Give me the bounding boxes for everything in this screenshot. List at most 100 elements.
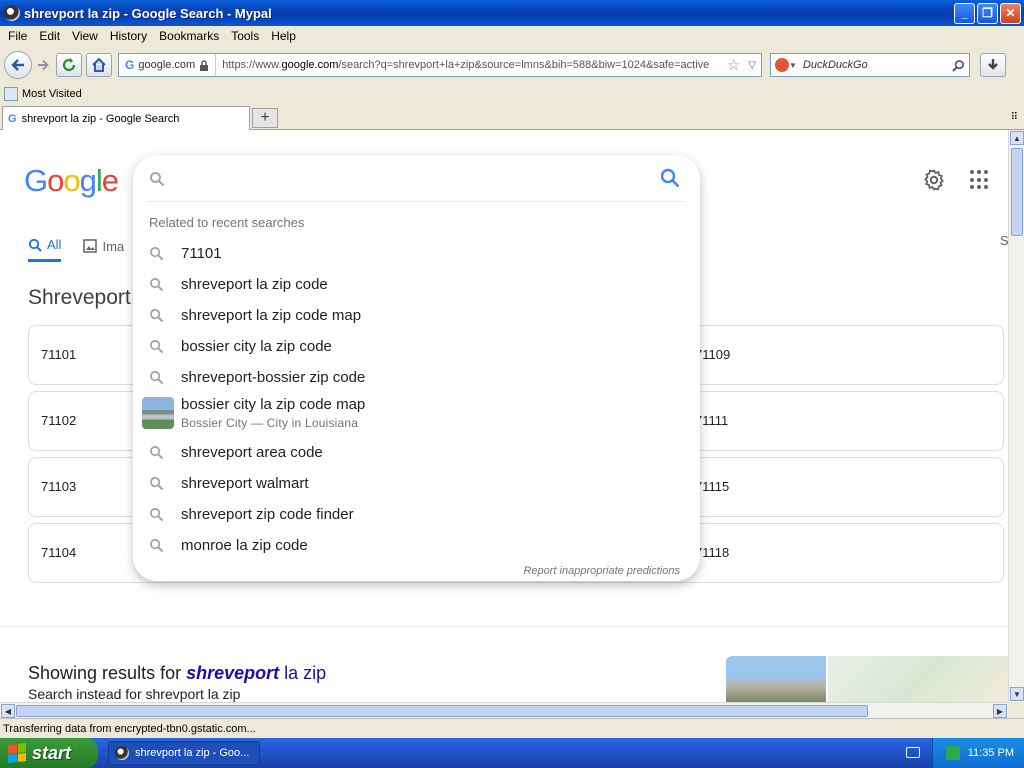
zip-code-right[interactable]: 71118 <box>695 545 729 560</box>
url-dropdown-icon[interactable]: ▽ <box>743 60 761 71</box>
taskbar-item-label: shrevport la zip - Goo... <box>135 747 250 759</box>
web-search-input[interactable]: DuckDuckGo <box>803 59 952 71</box>
download-arrow-icon <box>988 59 998 70</box>
tab-tools-partial[interactable]: S <box>1000 233 1008 248</box>
suggestion-item[interactable]: 71101 <box>133 238 700 269</box>
new-tab-button[interactable]: + <box>252 108 278 128</box>
search-icon <box>150 278 164 292</box>
zip-code-left[interactable]: 71102 <box>41 413 76 428</box>
duckduckgo-icon[interactable] <box>775 58 789 72</box>
back-button[interactable] <box>4 51 32 79</box>
zip-code-left[interactable]: 71101 <box>41 347 76 362</box>
menu-bookmarks[interactable]: Bookmarks <box>153 29 225 43</box>
google-logo[interactable]: Google <box>24 163 119 199</box>
bookmark-star-icon[interactable]: ☆ <box>724 56 743 74</box>
horizontal-scrollbar[interactable]: ◀ ▶ <box>0 702 1008 718</box>
logo-letter: o <box>63 163 80 198</box>
menu-view[interactable]: View <box>66 29 104 43</box>
forward-button[interactable] <box>34 58 52 72</box>
menu-edit[interactable]: Edit <box>33 29 66 43</box>
corrected-query-link[interactable]: shreveport <box>186 663 279 683</box>
reload-button[interactable] <box>56 53 82 77</box>
menu-tools[interactable]: Tools <box>225 29 265 43</box>
downloads-button[interactable] <box>980 53 1006 77</box>
search-submit-icon[interactable] <box>659 167 681 189</box>
search-icon[interactable] <box>952 59 965 72</box>
suggestion-item[interactable]: bossier city la zip code <box>133 331 700 362</box>
suggestion-item[interactable]: shreveport-bossier zip code <box>133 362 700 393</box>
report-predictions-link[interactable]: Report inappropriate predictions <box>523 565 680 577</box>
tab-google-search[interactable]: G shrevport la zip - Google Search <box>2 106 250 130</box>
suggestion-text: shreveport la zip code <box>181 276 328 293</box>
navigation-toolbar: G google.com https://www.google.com/sear… <box>0 46 1024 84</box>
url-prefix: https://www. <box>222 59 282 71</box>
most-visited-icon <box>4 87 18 101</box>
web-search-box[interactable]: ▼ DuckDuckGo <box>770 53 970 77</box>
vertical-scroll-thumb[interactable] <box>1011 148 1023 236</box>
suggestion-item[interactable]: shreveport area code <box>133 437 700 468</box>
shreveport-skyline-image[interactable] <box>726 656 826 702</box>
horizontal-scroll-thumb[interactable] <box>16 705 868 717</box>
menu-file[interactable]: File <box>2 29 33 43</box>
url-text[interactable]: https://www.google.com/search?q=shrevpor… <box>216 59 724 71</box>
search-engine-dropdown-icon[interactable]: ▼ <box>789 61 797 70</box>
dropdown-separator <box>147 201 686 202</box>
menu-history[interactable]: History <box>104 29 153 43</box>
search-suggestions-dropdown: Related to recent searches 71101 shrevep… <box>133 155 700 581</box>
site-identity[interactable]: G google.com <box>119 54 217 76</box>
suggestion-text: bossier city la zip code <box>181 338 332 355</box>
keyboard-icon[interactable] <box>906 747 920 758</box>
suggestion-text: monroe la zip code <box>181 537 308 554</box>
scroll-right-arrow-icon[interactable]: ▶ <box>993 704 1007 718</box>
start-button[interactable]: start <box>0 738 98 768</box>
search-icon <box>150 340 164 354</box>
google-apps-icon[interactable] <box>970 170 990 190</box>
scroll-up-arrow-icon[interactable]: ▲ <box>1010 131 1024 145</box>
suggestion-item[interactable]: monroe la zip code <box>133 530 700 561</box>
logo-letter: e <box>101 163 119 198</box>
windows-flag-icon <box>8 743 26 763</box>
forward-arrow-icon <box>37 59 49 71</box>
suggestion-item[interactable]: shreveport walmart <box>133 468 700 499</box>
suggestion-text: bossier city la zip code map <box>181 396 366 413</box>
scroll-left-arrow-icon[interactable]: ◀ <box>1 704 15 718</box>
home-button[interactable] <box>86 53 112 77</box>
tab-all[interactable]: All <box>28 230 62 262</box>
zip-code-left[interactable]: 71104 <box>41 545 76 560</box>
suggestion-item[interactable]: shreveport la zip code <box>133 269 700 300</box>
search-instead-link[interactable]: Search instead for shrevport la zip <box>28 686 240 702</box>
suggestion-item-with-image[interactable]: bossier city la zip code map Bossier Cit… <box>133 396 700 431</box>
most-visited-link[interactable]: Most Visited <box>22 88 82 100</box>
taskbar-item-mypal[interactable]: shrevport la zip - Goo... <box>108 741 260 765</box>
suggestion-item[interactable]: shreveport zip code finder <box>133 499 700 530</box>
suggestion-item[interactable]: shreveport la zip code map <box>133 300 700 331</box>
settings-gear-icon[interactable] <box>922 168 946 192</box>
tab-list-icon[interactable]: ⠿ <box>1011 112 1018 123</box>
page-content: Google All Ima S Shreveport 71101 71109 … <box>0 130 1008 702</box>
window-title: shrevport la zip - Google Search - Mypal <box>24 5 272 21</box>
window-titlebar[interactable]: shrevport la zip - Google Search - Mypal… <box>0 0 1024 26</box>
search-icon <box>150 172 165 187</box>
vertical-scrollbar[interactable]: ▲ ▼ <box>1008 130 1024 702</box>
tab-images[interactable]: Ima <box>83 230 124 262</box>
lock-icon <box>200 59 209 71</box>
zip-code-right[interactable]: 71109 <box>695 347 730 362</box>
status-text: Transferring data from encrypted-tbn0.gs… <box>3 722 256 735</box>
clock[interactable]: 11:35 PM <box>968 747 1014 759</box>
corrected-query-suffix[interactable]: la zip <box>279 663 326 683</box>
shreveport-map-image[interactable] <box>828 656 1008 702</box>
mypal-app-icon <box>4 5 20 21</box>
scroll-down-arrow-icon[interactable]: ▼ <box>1010 687 1024 701</box>
minimize-button[interactable]: _ <box>954 2 975 24</box>
suggestion-text: shreveport area code <box>181 444 323 461</box>
network-icon[interactable] <box>945 746 960 760</box>
scrollbar-corner <box>1008 702 1024 718</box>
section-divider <box>0 626 1008 627</box>
zip-code-right[interactable]: 71115 <box>695 479 729 494</box>
suggestion-text: 71101 <box>181 245 222 262</box>
close-button[interactable]: ✕ <box>1000 2 1021 24</box>
zip-code-left[interactable]: 71103 <box>41 479 76 494</box>
menu-help[interactable]: Help <box>265 29 302 43</box>
restore-button[interactable]: ❐ <box>977 2 998 24</box>
url-bar[interactable]: G google.com https://www.google.com/sear… <box>118 53 762 77</box>
